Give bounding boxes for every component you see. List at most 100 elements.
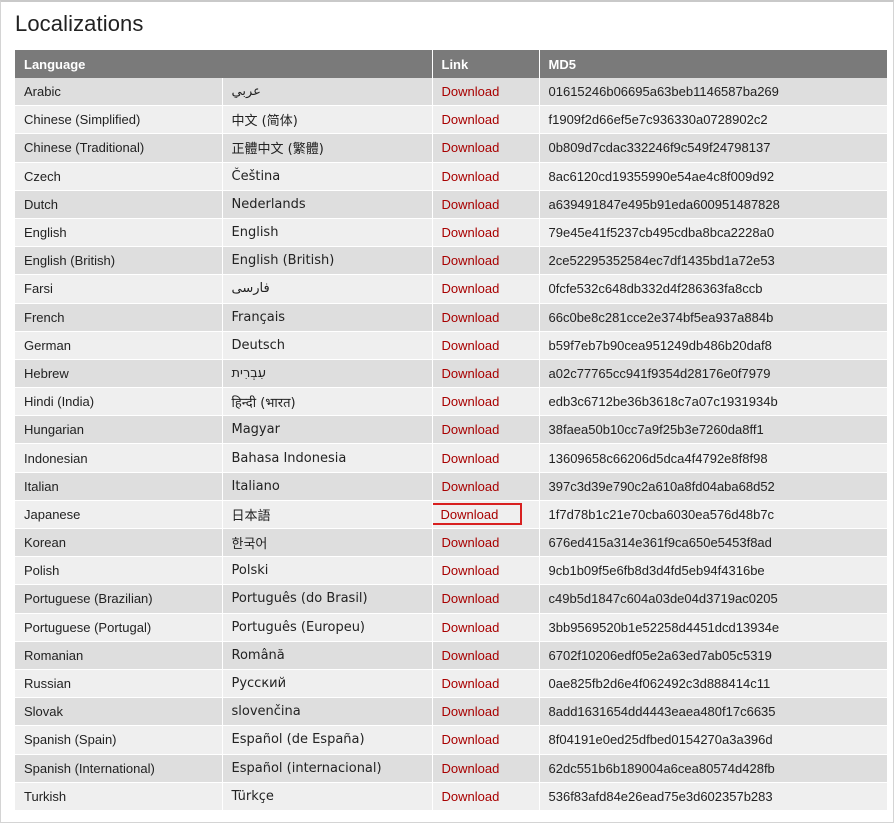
download-link[interactable]: Download — [442, 338, 500, 353]
table-row: Spanish (International) Español (internac… — [15, 754, 887, 783]
download-link[interactable]: Download — [442, 620, 500, 635]
download-link[interactable]: Download — [442, 112, 500, 127]
language-name: Korean — [15, 528, 223, 558]
localizations-page: Localizations Language Link MD5 Arabic عر… — [0, 0, 894, 823]
native-language-name: English (British) — [222, 246, 433, 276]
md5-hash: 66c0be8c281cce2e374bf5ea937a884b — [539, 303, 887, 332]
download-link[interactable]: Download — [442, 394, 500, 409]
link-cell: Download — [432, 331, 540, 360]
download-link[interactable]: Download — [432, 503, 523, 526]
link-cell: Download — [432, 556, 540, 586]
table-row: Romanian Română Download 6702f10206edf05e2a… — [15, 641, 887, 670]
native-language-name: Türkçe — [222, 782, 433, 811]
download-link[interactable]: Download — [442, 535, 500, 550]
md5-hash: a639491847e495b91eda600951487828 — [539, 190, 887, 219]
header-md5: MD5 — [539, 50, 887, 78]
language-name: Turkish — [15, 782, 223, 811]
download-link[interactable]: Download — [442, 140, 500, 155]
link-cell: Download — [432, 78, 540, 107]
download-link[interactable]: Download — [442, 676, 500, 691]
table-header-row: Language Link MD5 — [15, 50, 887, 78]
language-name: Romanian — [15, 641, 223, 670]
link-cell: Download — [432, 387, 540, 417]
download-link[interactable]: Download — [442, 422, 500, 437]
link-cell: Download — [432, 190, 540, 219]
link-cell: Download — [432, 415, 540, 445]
language-name: Spanish (Spain) — [15, 725, 223, 755]
download-link[interactable]: Download — [442, 732, 500, 747]
native-language-name: Bahasa Indonesia — [222, 443, 433, 473]
table-row: Portuguese (Brazilian) Português (do Bras… — [15, 584, 887, 614]
table-row: English English Download 79e45e41f5237cb495… — [15, 218, 887, 248]
download-link[interactable]: Download — [442, 704, 500, 719]
language-name: Italian — [15, 472, 223, 501]
md5-hash: 01615246b06695a63beb1146587ba269 — [539, 78, 887, 107]
link-cell: Download — [432, 613, 540, 642]
download-link[interactable]: Download — [442, 591, 500, 606]
header-link: Link — [432, 50, 540, 78]
language-name: Hungarian — [15, 415, 223, 445]
table-row: Japanese 日本語 Download 1f7d78b1c21e70cba6030… — [15, 500, 887, 530]
table-row: Hebrew עִבְרִית Download a02c77765cc941f935… — [15, 359, 887, 389]
link-cell: Download — [432, 472, 540, 501]
link-cell: Download — [432, 725, 540, 755]
link-cell: Download — [432, 133, 540, 163]
language-name: Czech — [15, 162, 223, 191]
download-link[interactable]: Download — [442, 451, 500, 466]
table-row: French Français Download 66c0be8c281cce2e37… — [15, 303, 887, 332]
md5-hash: 0fcfe532c648db332d4f286363fa8ccb — [539, 274, 887, 304]
link-cell: Download — [432, 641, 540, 670]
md5-hash: 8f04191e0ed25dfbed0154270a3a396d — [539, 725, 887, 755]
table-row: English (British) English (British) Downlo… — [15, 246, 887, 276]
download-link[interactable]: Download — [442, 197, 500, 212]
table-row: Italian Italiano Download 397c3d39e790c2a61… — [15, 472, 887, 501]
download-link[interactable]: Download — [442, 225, 500, 240]
download-link[interactable]: Download — [442, 253, 500, 268]
table-row: Arabic عربي Download 01615246b06695a63beb11… — [15, 78, 887, 107]
download-link[interactable]: Download — [442, 789, 500, 804]
native-language-name: Português (Europeu) — [222, 613, 433, 642]
link-cell: Download — [432, 697, 540, 727]
download-link[interactable]: Download — [442, 648, 500, 663]
language-name: Spanish (International) — [15, 754, 223, 783]
table-row: Polish Polski Download 9cb1b09f5e6fb8d3d4fd… — [15, 556, 887, 586]
native-language-name: हिन्दी (भारत) — [222, 387, 433, 417]
link-cell: Download — [432, 246, 540, 276]
native-language-name: 日本語 — [222, 500, 433, 530]
native-language-name: فارسی — [222, 274, 433, 304]
download-link[interactable]: Download — [442, 281, 500, 296]
download-link[interactable]: Download — [442, 563, 500, 578]
header-language: Language — [15, 50, 433, 78]
language-name: Indonesian — [15, 443, 223, 473]
md5-hash: 62dc551b6b189004a6cea80574d428fb — [539, 754, 887, 783]
localizations-table: Language Link MD5 Arabic عربي Download 0161… — [15, 50, 887, 811]
download-link[interactable]: Download — [442, 479, 500, 494]
md5-hash: c49b5d1847c604a03de04d3719ac0205 — [539, 584, 887, 614]
language-name: Portuguese (Brazilian) — [15, 584, 223, 614]
download-link[interactable]: Download — [442, 366, 500, 381]
native-language-name: Español (internacional) — [222, 754, 433, 783]
download-link[interactable]: Download — [442, 310, 500, 325]
md5-hash: a02c77765cc941f9354d28176e0f7979 — [539, 359, 887, 389]
download-link[interactable]: Download — [442, 169, 500, 184]
language-name: English (British) — [15, 246, 223, 276]
table-row: Hungarian Magyar Download 38faea50b10cc7a9f… — [15, 415, 887, 445]
native-language-name: Português (do Brasil) — [222, 584, 433, 614]
md5-hash: 79e45e41f5237cb495cdba8bca2228a0 — [539, 218, 887, 248]
md5-hash: edb3c6712be36b3618c7a07c1931934b — [539, 387, 887, 417]
native-language-name: Čeština — [222, 162, 433, 191]
language-name: Chinese (Simplified) — [15, 105, 223, 135]
native-language-name: slovenčina — [222, 697, 433, 727]
table-row: Korean 한국어 Download 676ed415a314e361f9ca650… — [15, 528, 887, 558]
table-row: Chinese (Simplified) 中文 (简体) Download f1909… — [15, 105, 887, 135]
md5-hash: 397c3d39e790c2a610a8fd04aba68d52 — [539, 472, 887, 501]
native-language-name: Deutsch — [222, 331, 433, 360]
download-link[interactable]: Download — [442, 84, 500, 99]
link-cell: Download — [432, 218, 540, 248]
table-row: Russian Русский Download 0ae825fb2d6e4f0624… — [15, 669, 887, 699]
language-name: Polish — [15, 556, 223, 586]
table-row: Slovak slovenčina Download 8add1631654dd444… — [15, 697, 887, 727]
download-link[interactable]: Download — [442, 761, 500, 776]
language-name: Japanese — [15, 500, 223, 530]
link-cell: Download — [432, 754, 540, 783]
